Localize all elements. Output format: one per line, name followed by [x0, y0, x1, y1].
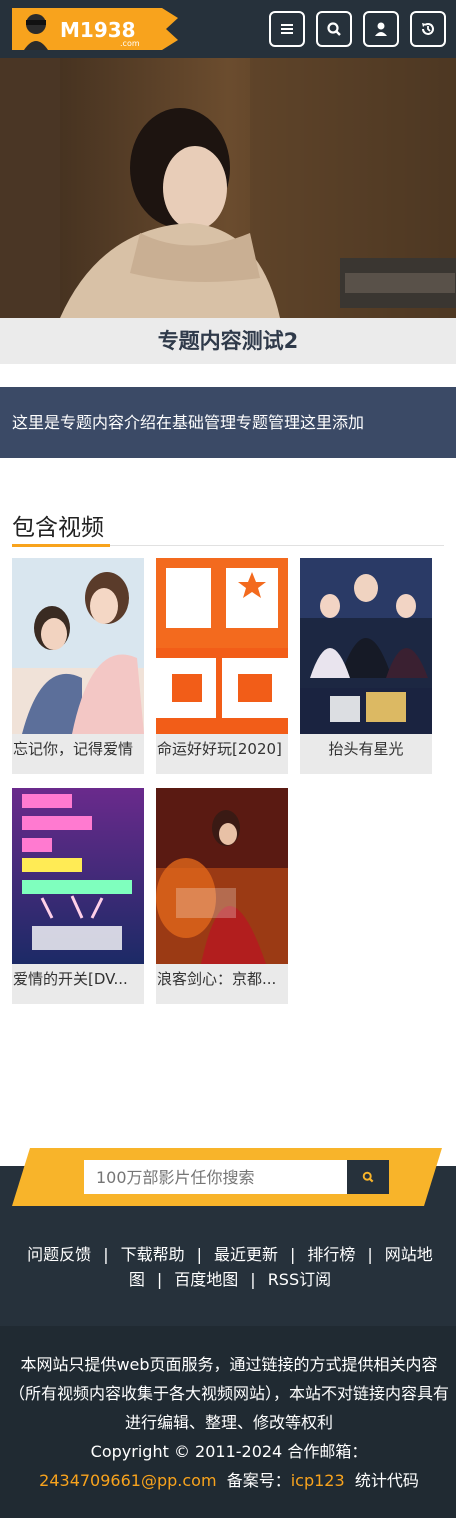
- link-ranking[interactable]: 排行榜: [307, 1245, 355, 1264]
- video-card[interactable]: 爱情的开关[DV...: [12, 788, 144, 1004]
- video-poster: [156, 788, 288, 964]
- link-latest[interactable]: 最近更新: [214, 1245, 278, 1264]
- contact-email[interactable]: 2434709661@pp.com: [39, 1471, 216, 1490]
- footer-info: 本网站只提供web页面服务，通过链接的方式提供相关内容（所有视频内容收集于各大视…: [0, 1326, 456, 1518]
- video-poster: [12, 558, 144, 734]
- link-download-help[interactable]: 下载帮助: [121, 1245, 185, 1264]
- topic-banner-image: [0, 58, 456, 318]
- link-rss[interactable]: RSS订阅: [268, 1270, 331, 1289]
- section-divider-accent: [12, 544, 110, 547]
- icp-link[interactable]: icp123: [291, 1471, 345, 1490]
- link-separator: |: [290, 1245, 296, 1264]
- video-title[interactable]: 忘记你，记得爱情: [12, 734, 144, 764]
- search-submit-button[interactable]: [347, 1160, 389, 1194]
- video-title[interactable]: 爱情的开关[DV...: [12, 964, 144, 994]
- link-separator: |: [103, 1245, 109, 1264]
- link-baidu-map[interactable]: 百度地图: [174, 1270, 238, 1289]
- topic-title: 专题内容测试2: [0, 318, 456, 364]
- disclaimer-text: 本网站只提供web页面服务，通过链接的方式提供相关内容（所有视频内容收集于各大视…: [8, 1355, 449, 1432]
- link-separator: |: [196, 1245, 202, 1264]
- menu-icon: [281, 24, 293, 34]
- video-card[interactable]: 命运好好玩[2020]: [156, 558, 288, 774]
- site-header: M1938 .com: [0, 0, 456, 58]
- video-card[interactable]: 忘记你，记得爱情: [12, 558, 144, 774]
- search-input[interactable]: [84, 1160, 348, 1194]
- user-button[interactable]: [363, 11, 399, 47]
- video-poster: [300, 558, 432, 734]
- search-icon: [327, 22, 341, 36]
- search-button[interactable]: [316, 11, 352, 47]
- menu-button[interactable]: [269, 11, 305, 47]
- link-separator: |: [250, 1270, 256, 1289]
- link-feedback[interactable]: 问题反馈: [27, 1245, 91, 1264]
- video-title[interactable]: 命运好好玩[2020]: [156, 734, 288, 764]
- footer-search: [0, 1148, 456, 1206]
- footer-links-text: 问题反馈 | 下载帮助 | 最近更新 | 排行榜 | 网站地图 | 百度地图 | RSS订阅: [12, 1242, 448, 1292]
- icp-label: 备案号：: [226, 1471, 291, 1490]
- video-card[interactable]: 抬头有星光: [300, 558, 432, 774]
- section-title: 包含视频: [12, 515, 104, 541]
- search-icon: [362, 1171, 374, 1183]
- video-title[interactable]: 抬头有星光: [300, 734, 432, 764]
- footer-links: 问题反馈 | 下载帮助 | 最近更新 | 排行榜 | 网站地图 | 百度地图 | RSS订阅: [0, 1206, 456, 1326]
- footer-info-text: 本网站只提供web页面服务，通过链接的方式提供相关内容（所有视频内容收集于各大视…: [8, 1350, 450, 1495]
- video-title[interactable]: 浪客剑心：京都...: [156, 964, 288, 994]
- history-button[interactable]: [410, 11, 446, 47]
- video-card[interactable]: 浪客剑心：京都...: [156, 788, 288, 1004]
- link-separator: |: [156, 1270, 163, 1289]
- site-logo[interactable]: M1938 .com: [12, 6, 178, 52]
- link-separator: |: [367, 1245, 373, 1264]
- video-poster: [12, 788, 144, 964]
- copyright-text: Copyright © 2011-2024 合作邮箱：: [90, 1442, 368, 1461]
- history-icon: [422, 23, 434, 35]
- topic-intro: 这里是专题内容介绍在基础管理专题管理这里添加: [0, 387, 456, 458]
- logo-subtext: .com: [120, 39, 140, 48]
- video-poster: [156, 558, 288, 734]
- user-icon: [375, 22, 387, 36]
- stats-code: 统计代码: [354, 1471, 419, 1490]
